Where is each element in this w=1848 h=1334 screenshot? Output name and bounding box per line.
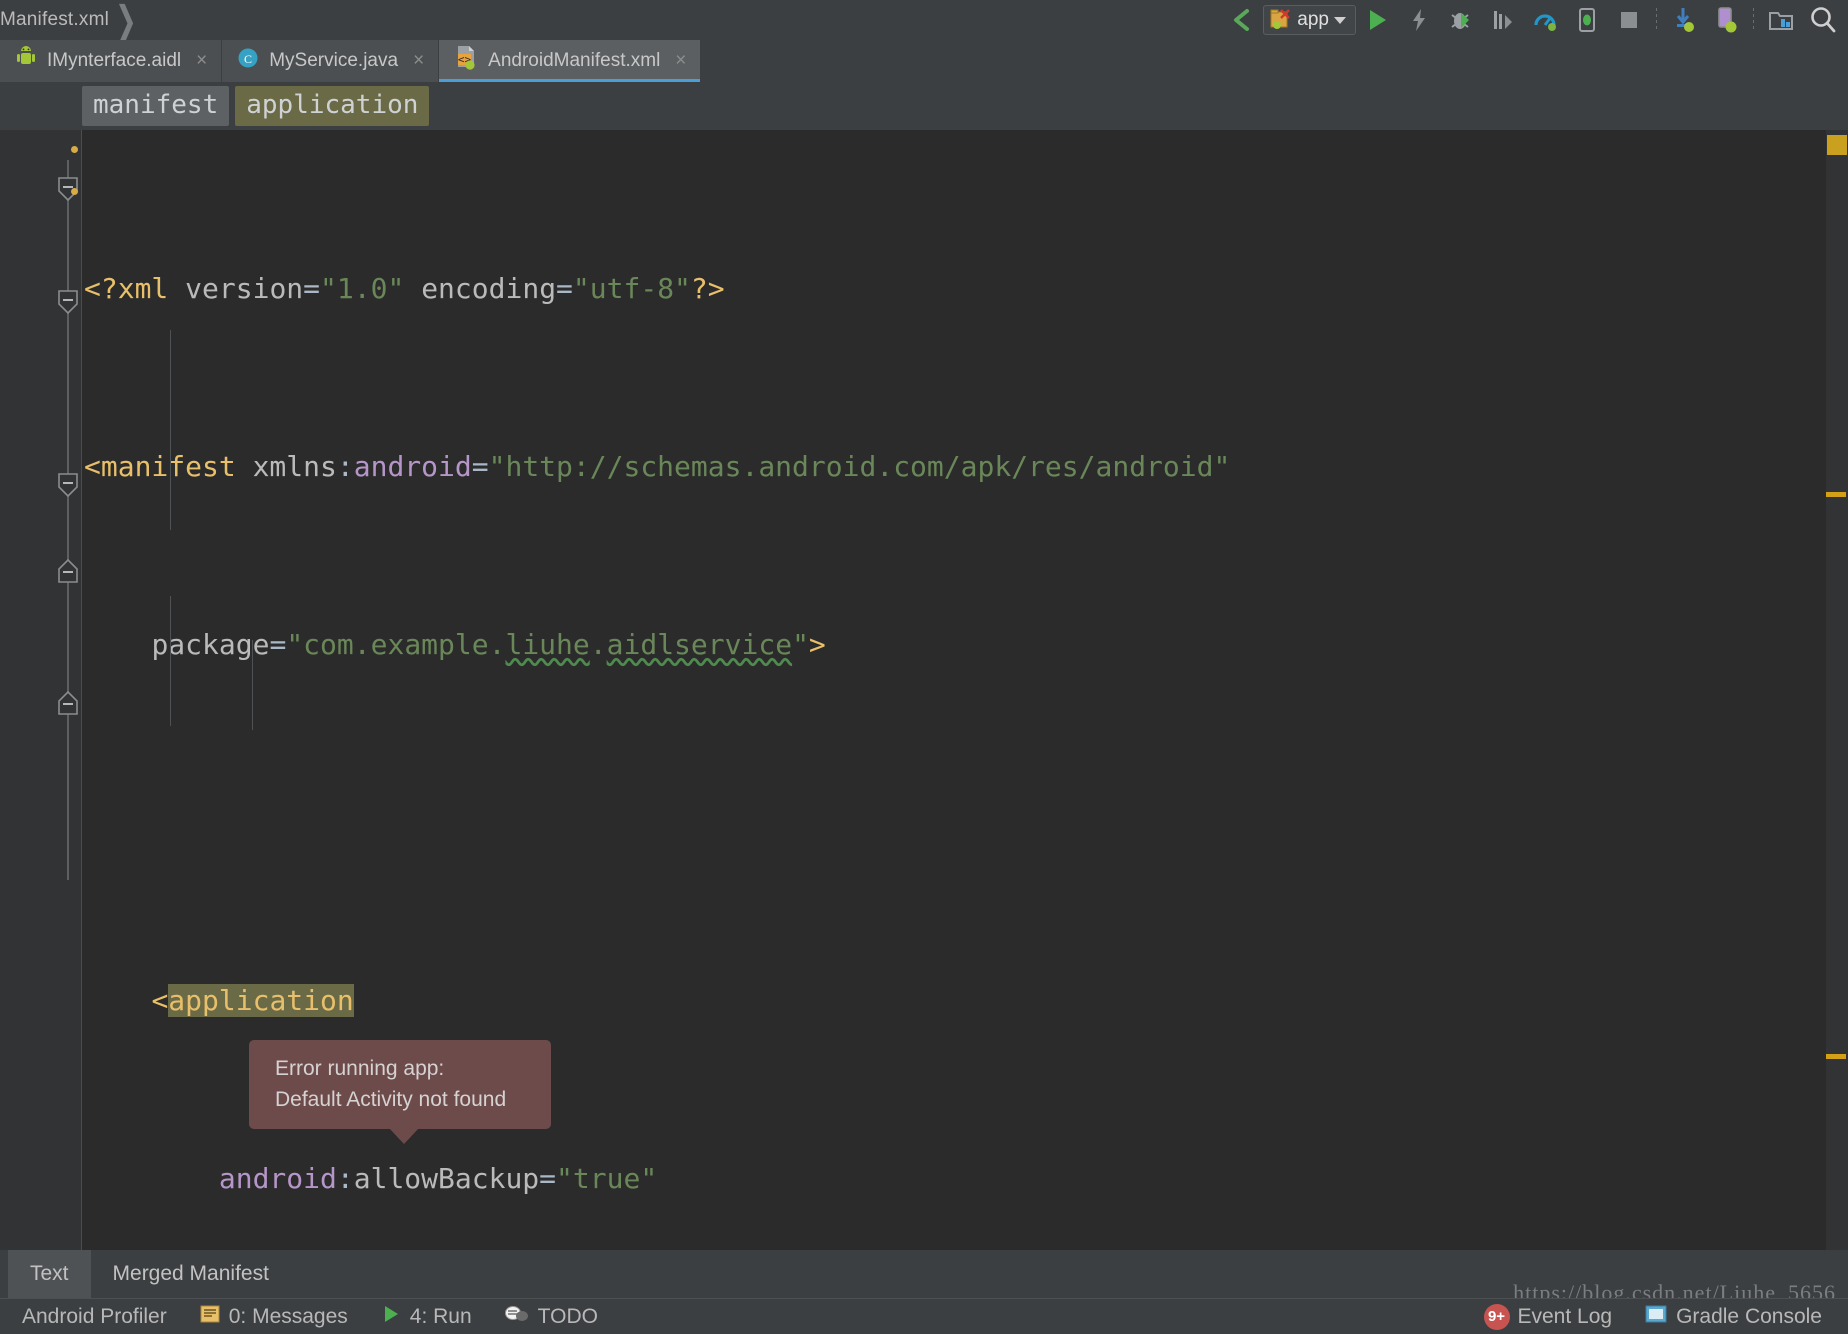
editor-marker-scrollbar[interactable] [1826,130,1848,1250]
search-everywhere-icon[interactable] [1802,2,1844,38]
status-todo[interactable]: TODO [488,1303,614,1331]
breadcrumb-node-application[interactable]: application [235,86,430,126]
breadcrumb-chevron-icon: ❯ [115,0,137,43]
android-studio-window: Manifest.xml ❯ app IMynterface.aidl × C … [0,0,1848,1334]
undo-icon[interactable] [1221,2,1263,38]
code-line[interactable] [82,801,1848,846]
breadcrumb[interactable]: Manifest.xml ❯ [0,0,137,40]
code-line[interactable]: <manifest xmlns:android="http://schemas.… [82,445,1848,490]
attach-debugger-icon[interactable] [1566,2,1608,38]
inspection-dot-2 [71,188,78,195]
editor-breadcrumb-bar: manifest application [0,82,1848,130]
code-line[interactable]: android:allowBackup="true" [82,1157,1848,1202]
fold-marker-application[interactable] [56,289,80,315]
status-messages[interactable]: 0: Messages [183,1303,364,1331]
status-bar-right: 9+ Event Log Gradle Console [1468,1303,1839,1331]
messages-icon [199,1303,221,1331]
breadcrumb-node-manifest[interactable]: manifest [82,86,230,126]
svg-text:C: C [244,52,252,66]
instant-run-icon[interactable] [1398,2,1440,38]
inspection-dot-1 [71,146,78,153]
status-label: Event Log [1517,1304,1613,1328]
view-tab-label: Merged Manifest [112,1262,269,1285]
debug-icon[interactable] [1440,2,1482,38]
editor-tab-strip: IMynterface.aidl × C MyService.java × <> [0,40,1848,82]
editor-tab-imynterface-aidl[interactable]: IMynterface.aidl × [0,40,223,82]
editor-tab-label: IMynterface.aidl [47,50,182,71]
android-manifest-icon: <> [453,45,479,77]
close-icon[interactable]: × [413,50,424,72]
fold-marker-service[interactable] [56,472,80,498]
android-file-icon [14,46,38,76]
view-tab-text[interactable]: Text [8,1250,91,1298]
fold-marker-application-end[interactable] [56,558,80,584]
status-label: TODO [537,1304,598,1328]
status-label: Android Profiler [22,1304,167,1328]
marker-warning-1[interactable] [1826,492,1846,497]
chevron-down-icon[interactable] [1334,16,1346,24]
status-gradle-console[interactable]: Gradle Console [1628,1303,1838,1331]
editor-gutter[interactable] [0,130,82,1250]
gradle-console-icon [1644,1303,1668,1331]
sdk-manager-icon[interactable] [1760,2,1802,38]
error-tooltip-line-2: Default Activity not found [275,1088,507,1111]
status-label: 4: Run [409,1304,472,1328]
code-line[interactable]: package="com.example.liuhe.aidlservice"> [82,623,1848,668]
sync-project-icon[interactable] [1663,2,1705,38]
avd-manager-icon[interactable] [1705,2,1747,38]
marker-warning-2[interactable] [1826,1054,1846,1059]
run-configuration-selector[interactable]: app [1263,5,1356,35]
run-icon[interactable] [1356,2,1398,38]
profiler-icon[interactable] [1524,2,1566,38]
status-event-log[interactable]: 9+ Event Log [1468,1303,1629,1330]
run-config-label: app [1297,9,1329,30]
close-icon[interactable]: × [675,50,686,72]
main-toolbar: app [1221,0,1844,40]
editor-tab-label: AndroidManifest.xml [488,50,661,71]
error-tooltip-line-1: Error running app: [275,1057,445,1080]
status-label: Gradle Console [1676,1304,1822,1328]
toolbar-divider [1656,8,1657,32]
status-label: 0: Messages [228,1304,348,1328]
view-tab-label: Text [30,1262,69,1285]
stop-icon[interactable] [1608,2,1650,38]
status-android-profiler[interactable]: Android Profiler [6,1305,183,1329]
editor-tab-myservice-java[interactable]: C MyService.java × [222,40,440,82]
fold-marker-manifest-end[interactable] [56,690,80,716]
error-tooltip: Error running app: Default Activity not … [249,1040,551,1144]
module-error-icon [1270,9,1291,29]
breadcrumb-file[interactable]: Manifest.xml [0,9,109,31]
inspection-status-indicator[interactable] [1827,135,1847,155]
close-icon[interactable]: × [196,50,207,72]
code-line[interactable]: <application [82,979,1848,1024]
run-with-coverage-icon[interactable] [1482,2,1524,38]
run-green-icon [380,1303,402,1331]
view-tab-merged-manifest[interactable]: Merged Manifest [91,1250,291,1298]
event-log-badge: 9+ [1483,1303,1510,1330]
status-run[interactable]: 4: Run [364,1303,488,1331]
todo-icon [504,1303,530,1331]
toolbar-divider-2 [1753,8,1754,32]
code-line[interactable]: <?xml version="1.0" encoding="utf-8"?> [82,267,1848,312]
top-bar: Manifest.xml ❯ app [0,0,1848,40]
editor-tab-androidmanifest-xml[interactable]: <> AndroidManifest.xml × [439,40,702,82]
status-bar: Android Profiler 0: Messages 4: Run TODO… [0,1298,1848,1334]
editor-tab-label: MyService.java [269,50,399,71]
java-class-icon: C [236,46,260,76]
